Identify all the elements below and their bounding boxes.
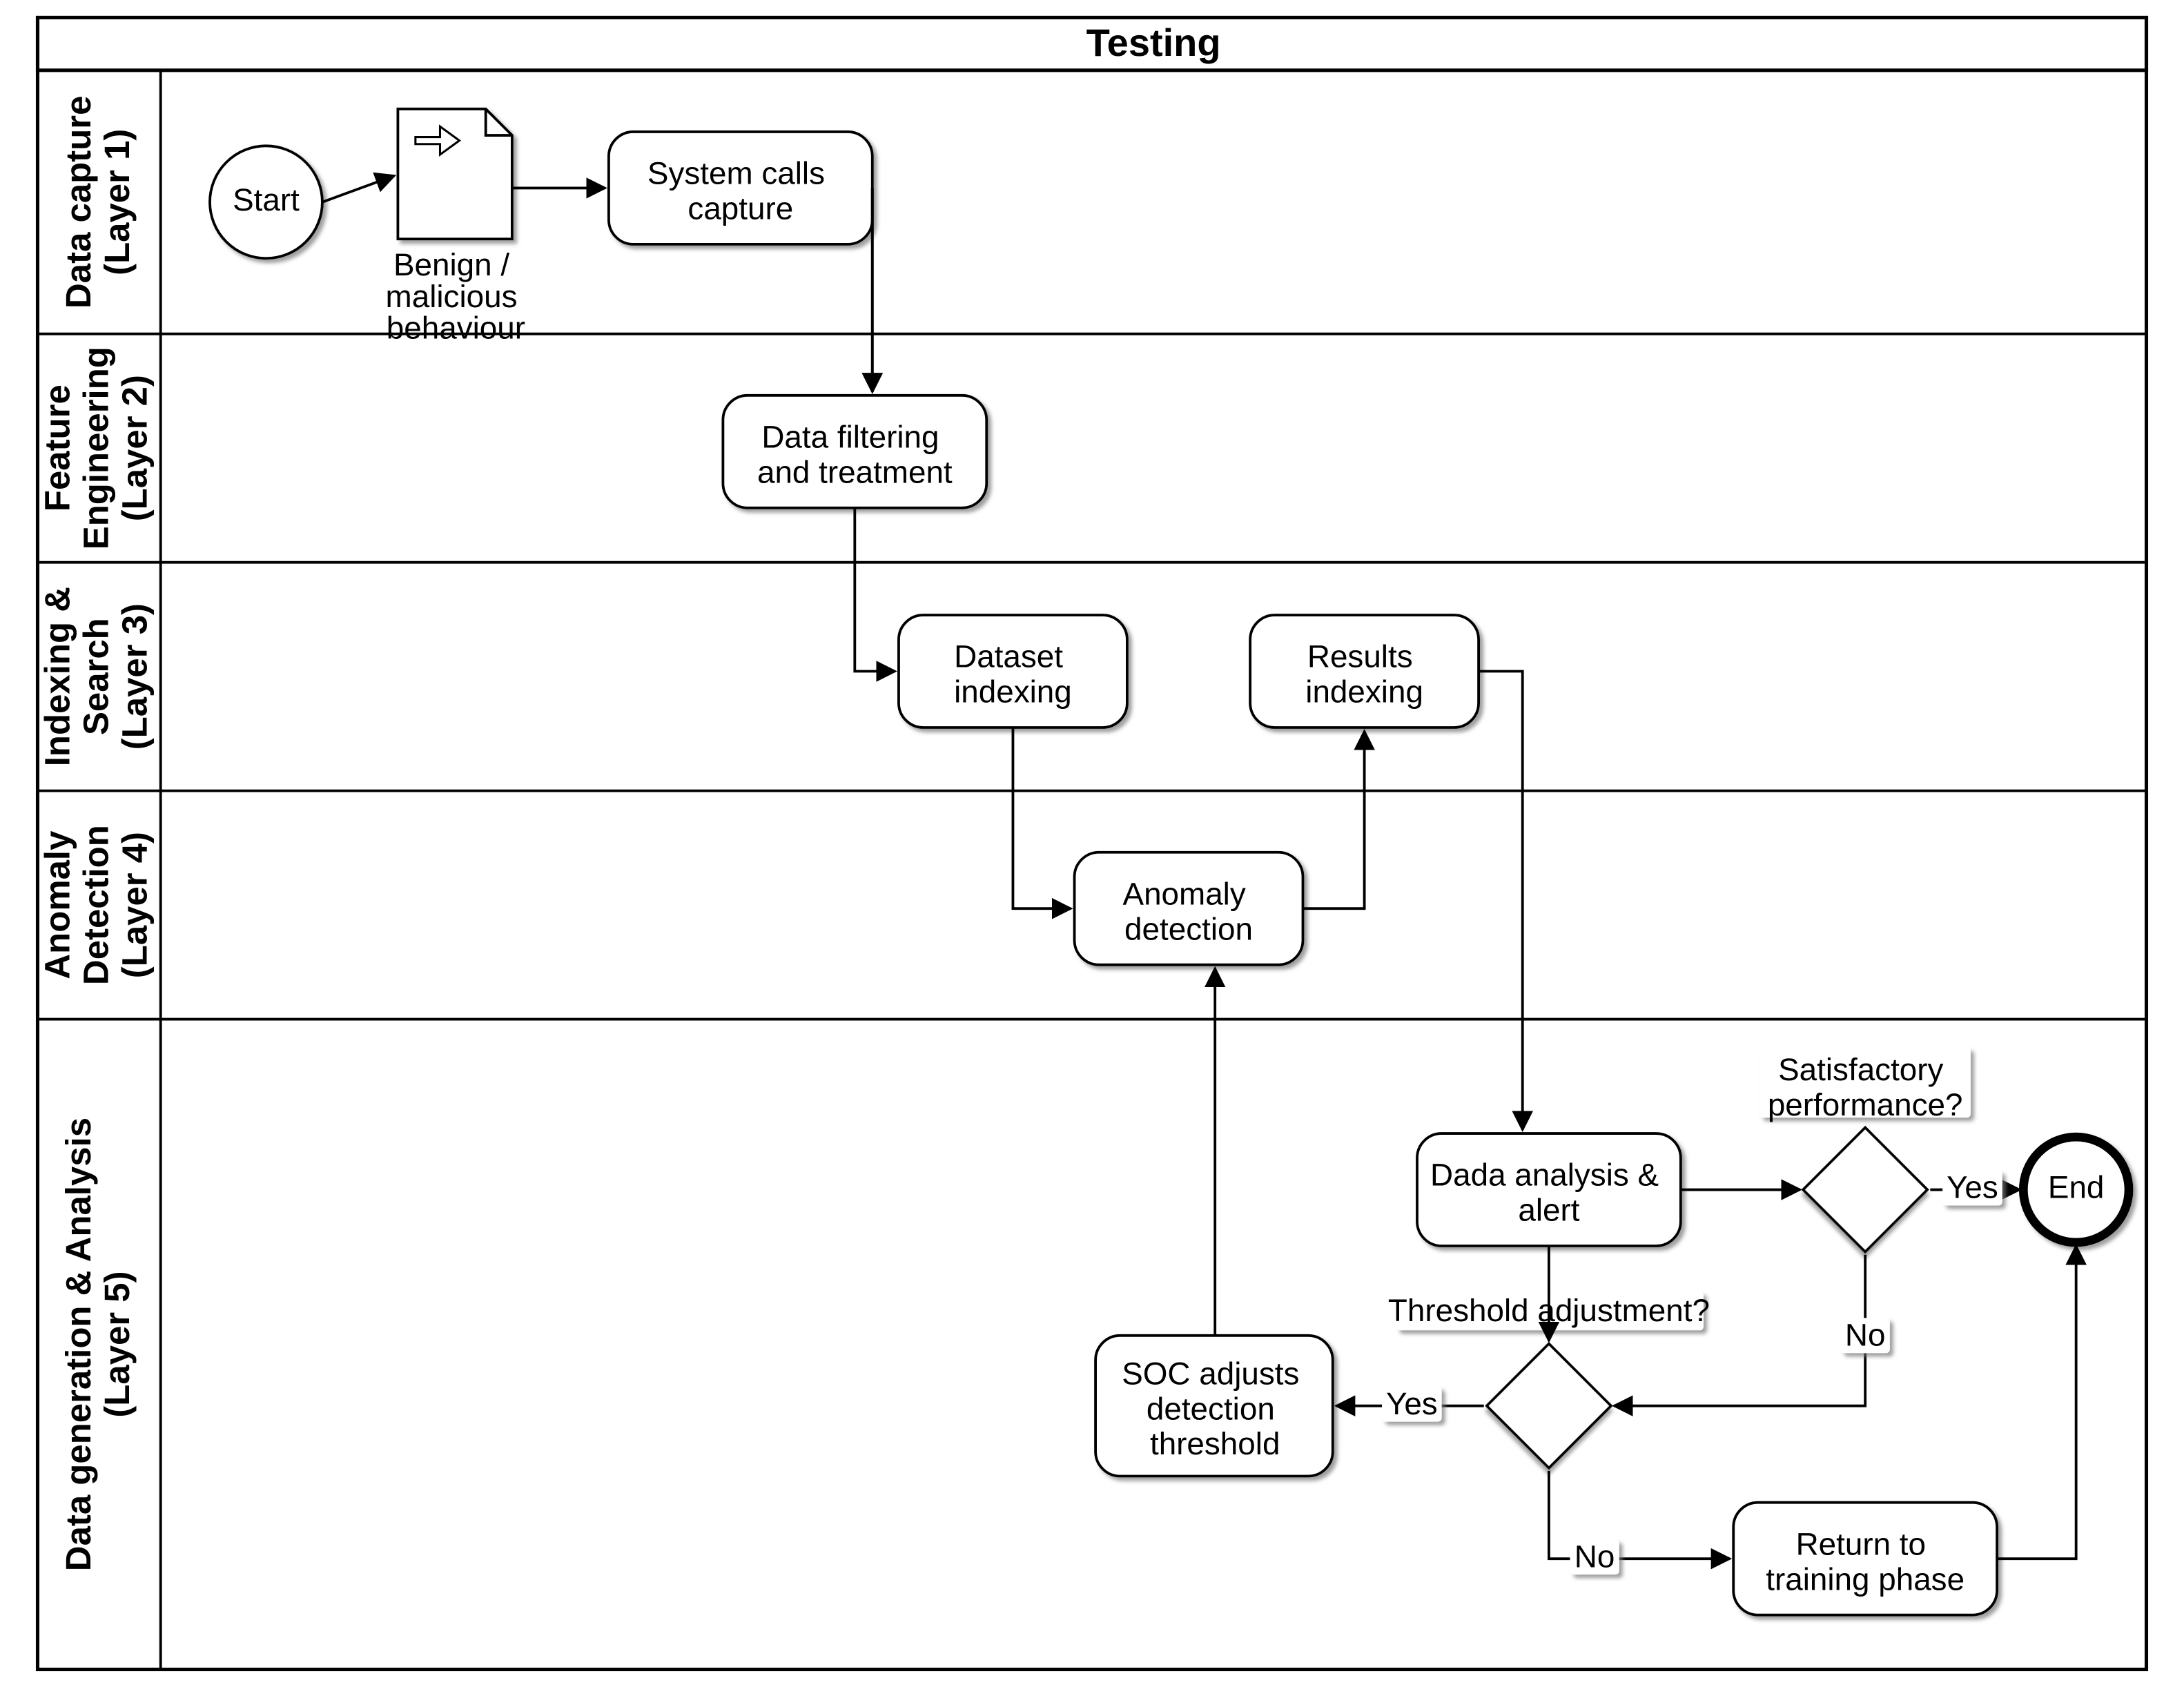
swimlane-diagram: Testing Data capture(Layer 1) FeatureEng… bbox=[0, 0, 2184, 1687]
svg-text:Data capture(Layer 1): Data capture(Layer 1) bbox=[59, 96, 137, 309]
svg-text:AnomalyDetection(Layer 4): AnomalyDetection(Layer 4) bbox=[38, 825, 155, 985]
document-node bbox=[398, 109, 511, 239]
label-yes-2: Yes bbox=[1386, 1386, 1438, 1421]
edge-results-to-analysis bbox=[1479, 672, 1523, 1130]
edge-filter-to-dataset bbox=[855, 508, 895, 672]
end-label: End bbox=[2048, 1170, 2105, 1205]
pool-title: Testing bbox=[1086, 21, 1221, 64]
edge-start-doc bbox=[322, 176, 394, 202]
svg-text:FeatureEngineering(Layer 2): FeatureEngineering(Layer 2) bbox=[38, 347, 155, 549]
task-dataset-indexing-label: Dataset indexing bbox=[954, 639, 1072, 710]
lane-label-3: Indexing &Search(Layer 3) bbox=[38, 587, 155, 766]
gateway-satisfactory-label: Satisfactory performance? bbox=[1768, 1052, 1963, 1122]
svg-text:Data generation & Analysis(Lay: Data generation & Analysis(Layer 5) bbox=[59, 1118, 137, 1571]
task-anomaly-label: Anomaly detection bbox=[1123, 876, 1255, 946]
start-label: Start bbox=[233, 182, 300, 217]
edge-dataset-to-anomaly bbox=[1013, 728, 1071, 908]
document-label: Benign / malicious behaviour bbox=[386, 247, 527, 346]
gateway-satisfactory bbox=[1803, 1128, 1927, 1252]
svg-text:Indexing &Search(Layer 3): Indexing &Search(Layer 3) bbox=[38, 587, 155, 766]
lane-label-5: Data generation & Analysis(Layer 5) bbox=[59, 1118, 137, 1571]
label-no-2: No bbox=[1574, 1539, 1615, 1574]
label-no-1: No bbox=[1845, 1317, 1886, 1352]
edge-anomaly-to-results bbox=[1303, 731, 1365, 908]
label-yes-1: Yes bbox=[1947, 1170, 1998, 1205]
task-results-indexing-label: Results indexing bbox=[1305, 639, 1423, 710]
lane-label-1: Data capture(Layer 1) bbox=[59, 96, 137, 309]
task-filter-label: Data filtering and treatment bbox=[757, 420, 953, 490]
pool-border bbox=[38, 17, 2147, 1669]
gateway-threshold bbox=[1487, 1344, 1611, 1468]
edge-return-to-end bbox=[1997, 1246, 2076, 1559]
lane-label-4: AnomalyDetection(Layer 4) bbox=[38, 825, 155, 985]
lane-label-2: FeatureEngineering(Layer 2) bbox=[38, 347, 155, 549]
